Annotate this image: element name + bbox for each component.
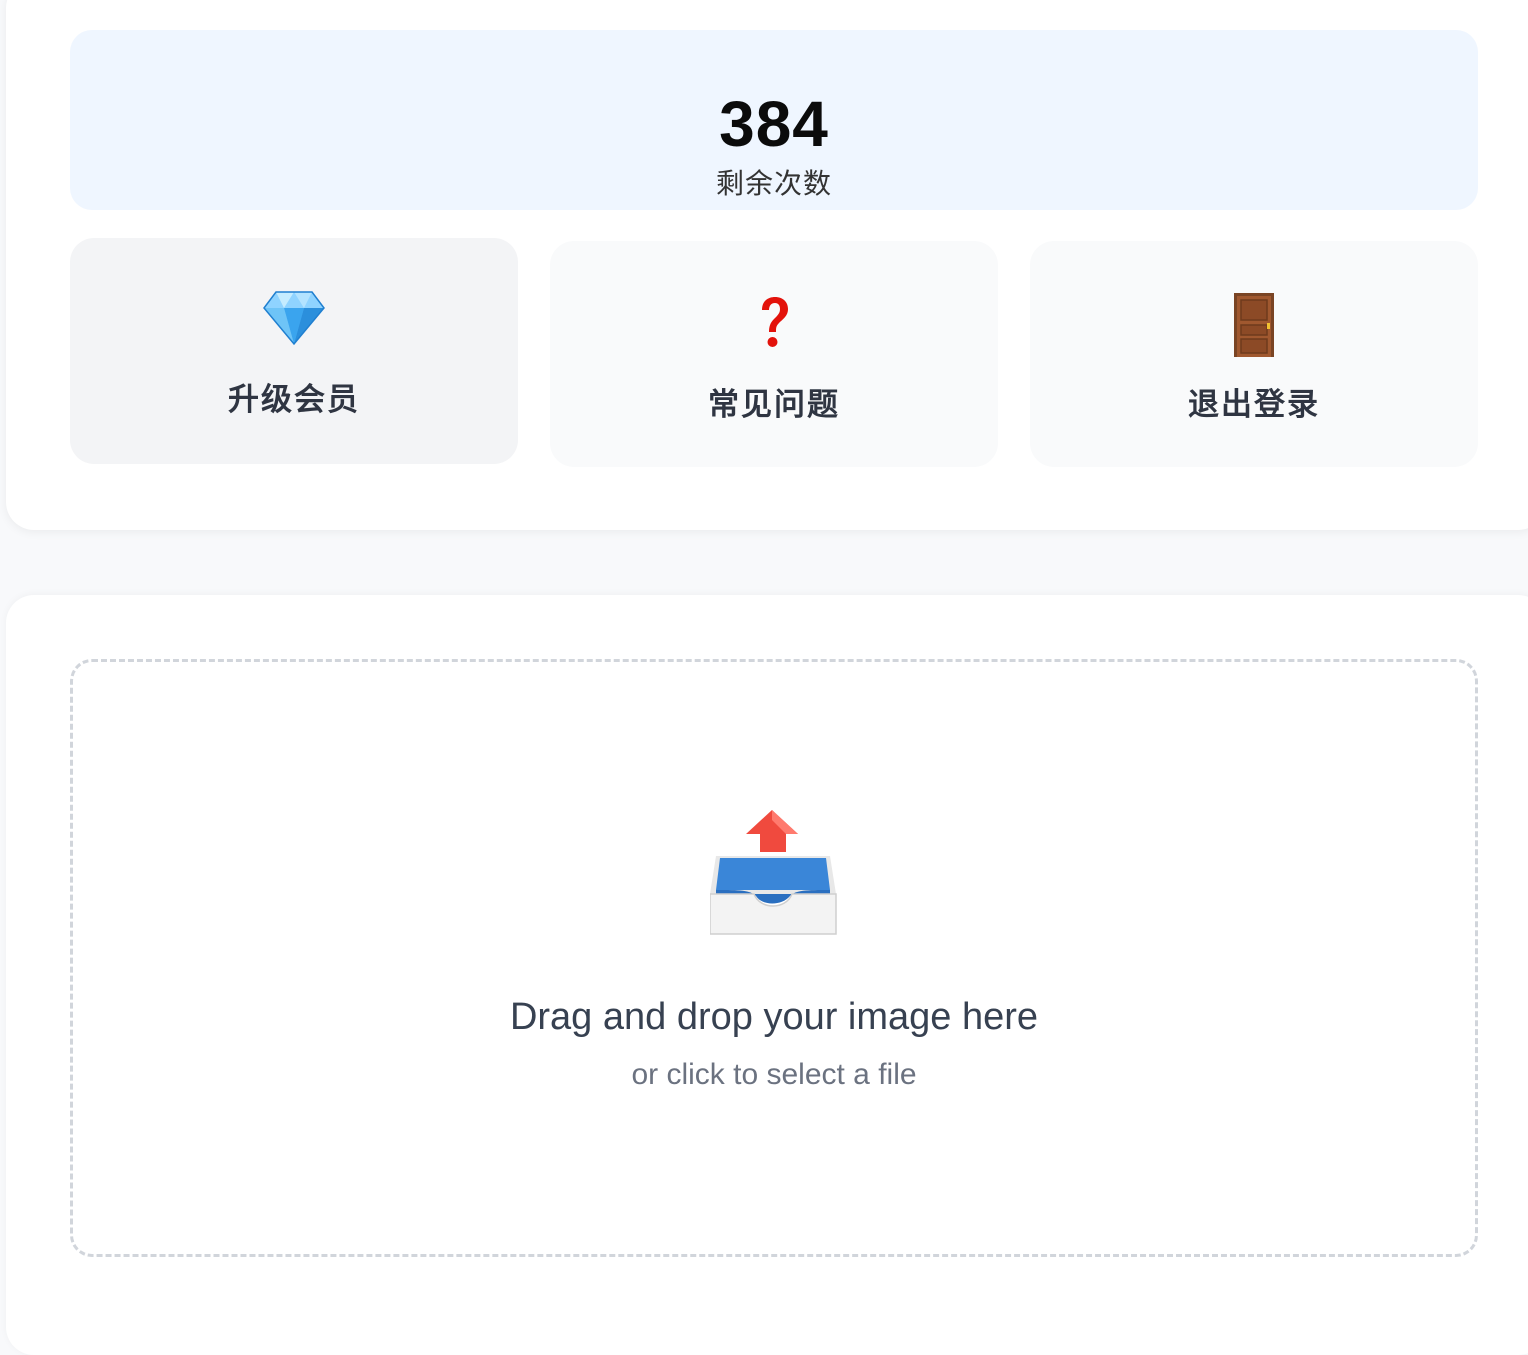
door-icon <box>1234 293 1274 362</box>
remaining-credits-value: 384 <box>719 88 829 160</box>
faq-button[interactable]: 常见问题 <box>550 241 998 467</box>
image-dropzone[interactable]: Drag and drop your image here or click t… <box>70 659 1478 1257</box>
gem-icon <box>262 290 326 351</box>
dropzone-subtitle: or click to select a file <box>631 1058 917 1091</box>
outbox-tray-icon <box>709 810 838 943</box>
logout-button[interactable]: 退出登录 <box>1030 241 1478 467</box>
question-mark-icon <box>757 295 791 354</box>
remaining-credits-panel: 384 剩余次数 <box>70 30 1478 210</box>
remaining-credits-label: 剩余次数 <box>715 168 832 199</box>
upgrade-membership-label: 升级会员 <box>228 382 360 417</box>
upgrade-membership-button[interactable]: 升级会员 <box>70 238 518 464</box>
logout-label: 退出登录 <box>1188 387 1320 422</box>
dropzone-title: Drag and drop your image here <box>509 996 1039 1038</box>
faq-label: 常见问题 <box>708 387 840 422</box>
